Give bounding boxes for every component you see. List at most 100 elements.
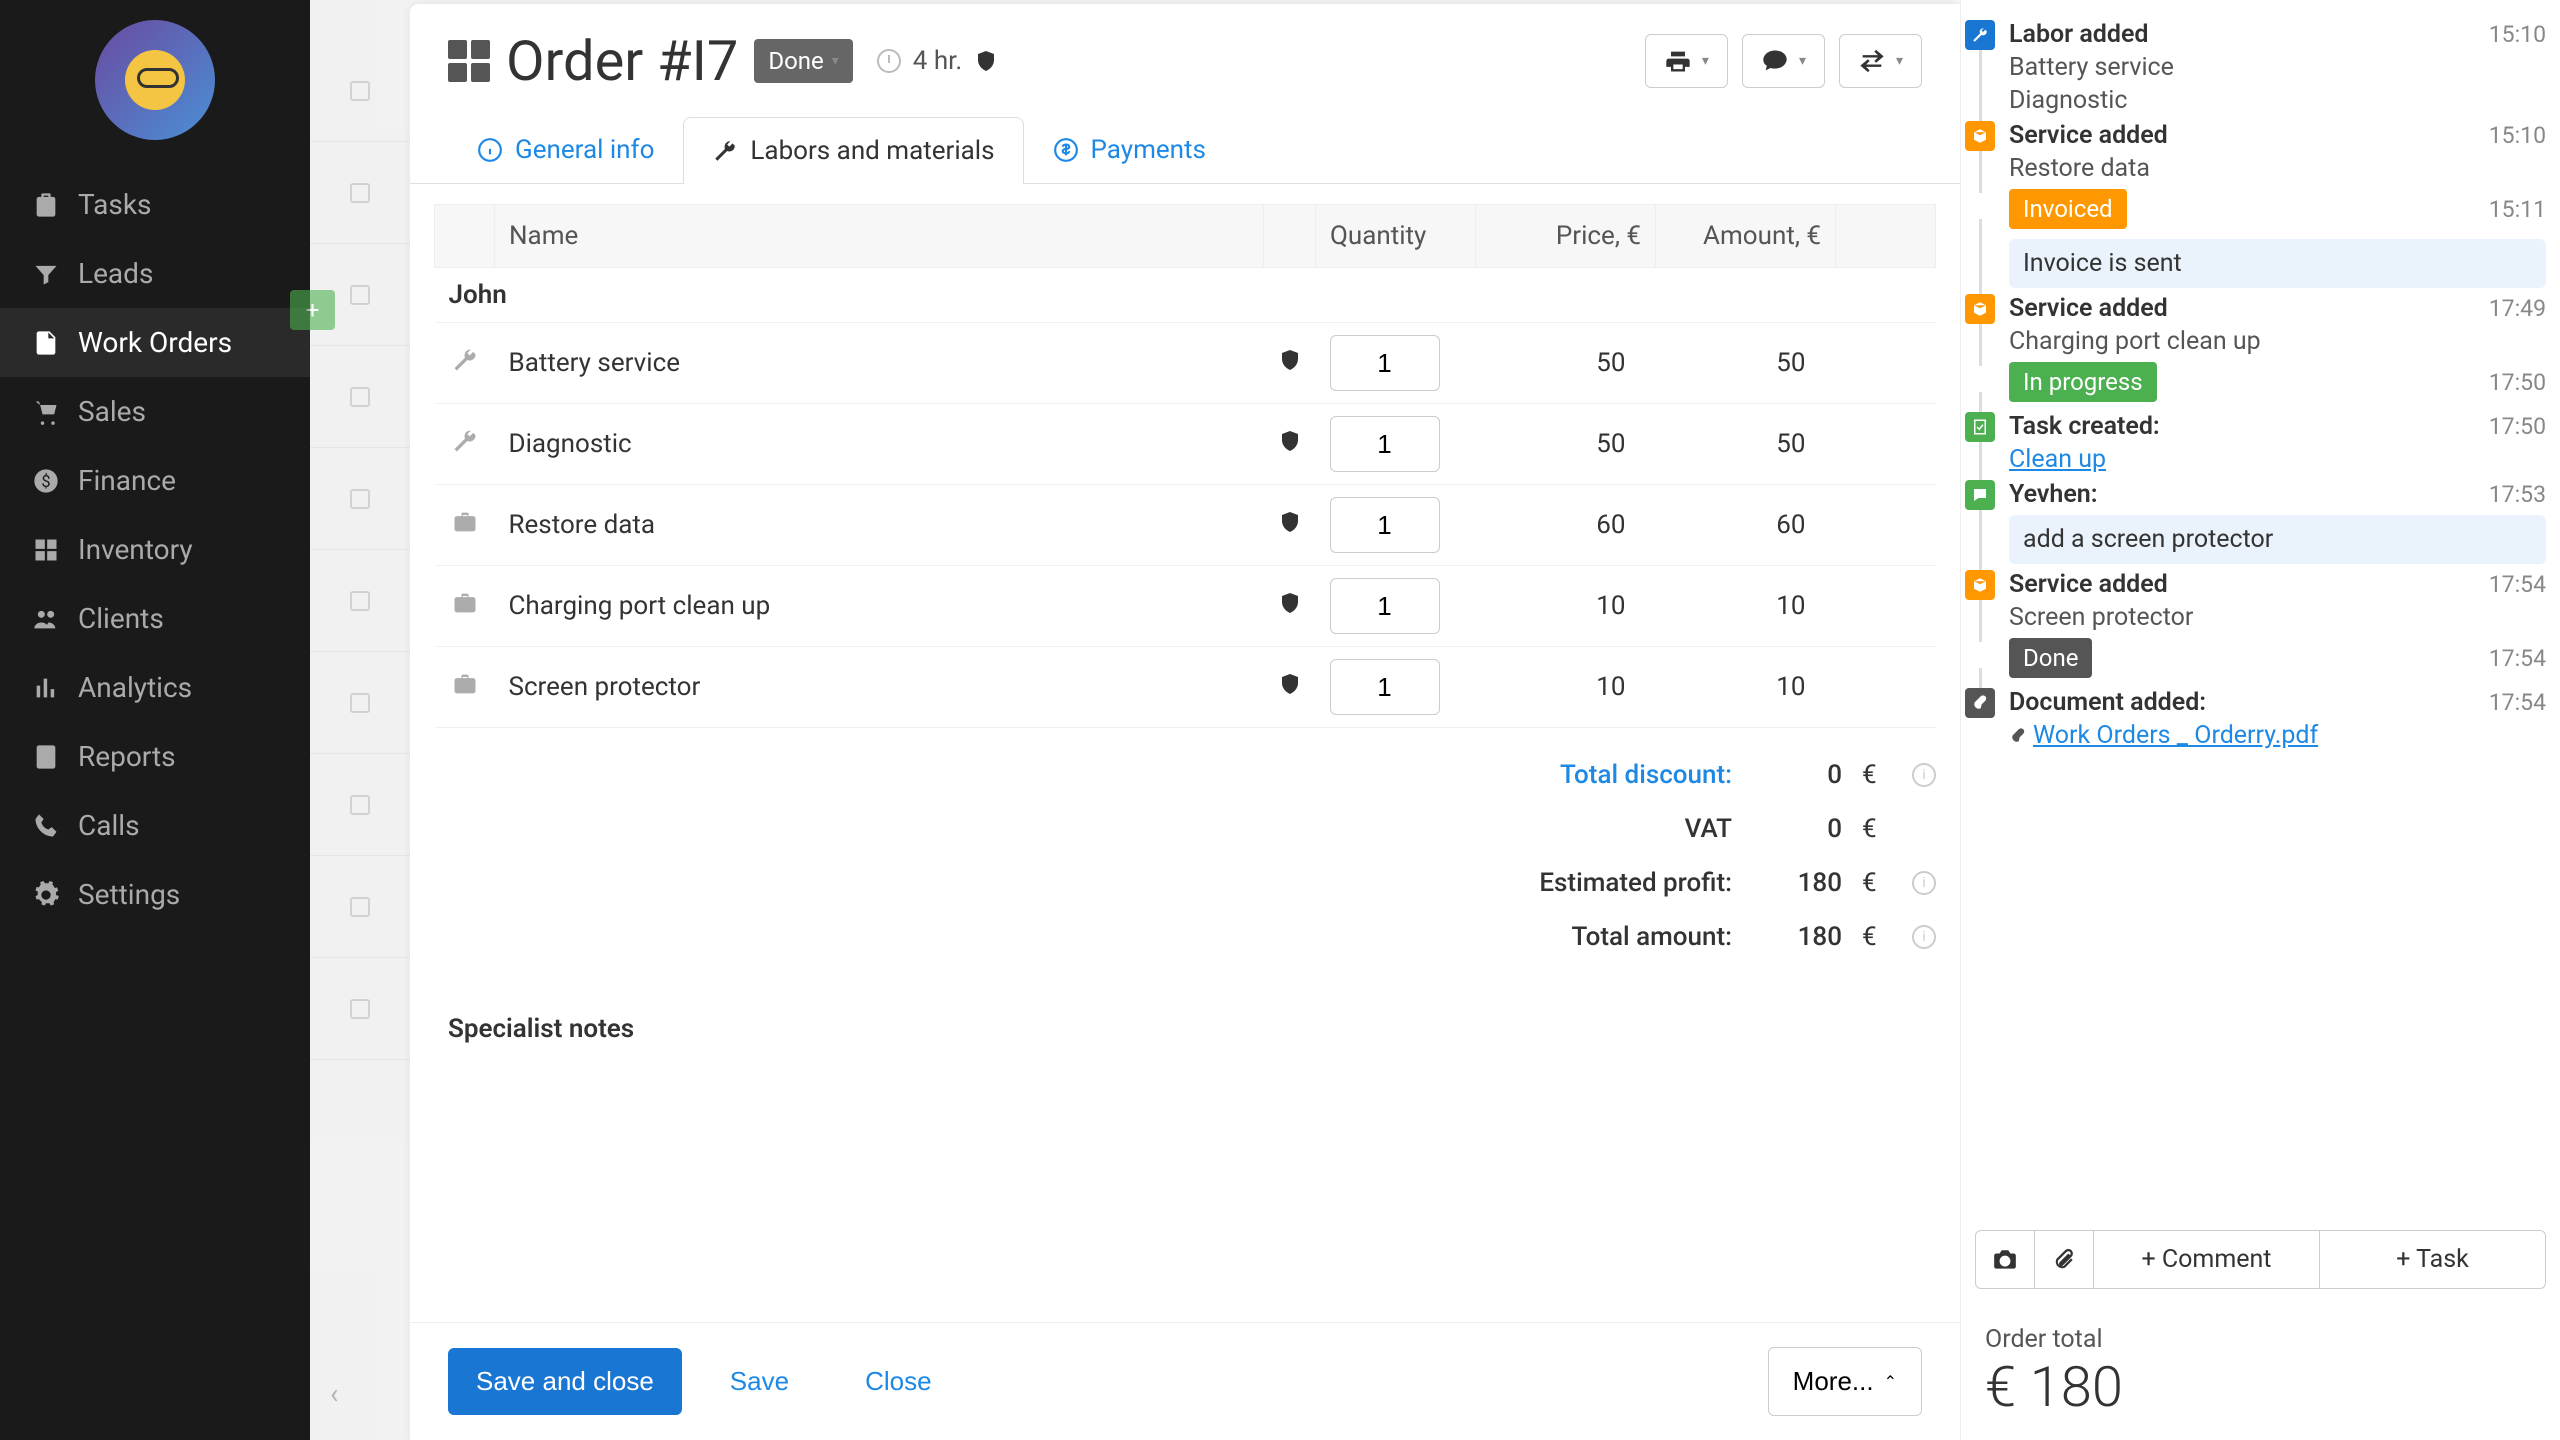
qty-input[interactable] <box>1330 659 1440 715</box>
sidebar-item-analytics[interactable]: Analytics <box>0 653 310 722</box>
order-total-label: Order total <box>1985 1325 2536 1354</box>
status-badge: Done <box>2009 638 2092 678</box>
tab-general-info[interactable]: General info <box>448 116 683 183</box>
qty-input[interactable] <box>1330 416 1440 472</box>
qty-input[interactable] <box>1330 578 1440 634</box>
amount-cell: 60 <box>1656 485 1836 566</box>
briefcase-icon <box>451 589 479 617</box>
attach-button[interactable] <box>2035 1230 2094 1289</box>
timeline-link[interactable]: Clean up <box>2009 445 2106 474</box>
amount-cell: 10 <box>1656 566 1836 647</box>
order-total-value: € 180 <box>1985 1354 2536 1420</box>
row-checkbox[interactable] <box>350 285 370 305</box>
briefcase-icon <box>451 508 479 536</box>
box-icon <box>1965 294 1995 324</box>
timeline-link[interactable]: Work Orders _ Orderry.pdf <box>2033 721 2318 750</box>
row-checkbox[interactable] <box>350 999 370 1019</box>
tab-payments[interactable]: Payments <box>1024 116 1235 183</box>
vat-label: VAT <box>1685 814 1732 844</box>
total-discount-label[interactable]: Total discount: <box>1560 760 1732 790</box>
comment-icon <box>1965 480 1995 510</box>
price-cell: 10 <box>1476 566 1656 647</box>
sidebar-item-leads[interactable]: Leads <box>0 239 310 308</box>
check-icon <box>1965 412 1995 442</box>
tab-labors-and-materials[interactable]: Labors and materials <box>683 117 1023 184</box>
row-checkbox[interactable] <box>350 387 370 407</box>
prev-page-icon[interactable]: ‹ <box>330 1377 338 1410</box>
more-button[interactable]: More...⌃ <box>1768 1347 1922 1416</box>
info-icon[interactable]: i <box>1912 925 1936 949</box>
status-badge: In progress <box>2009 362 2157 402</box>
wrench-icon <box>1965 20 1995 50</box>
close-button[interactable]: Close <box>837 1348 959 1415</box>
table-row[interactable]: Charging port clean up 10 10 <box>435 566 1936 647</box>
timeline-item: Service added17:49Charging port clean up <box>1961 294 2546 356</box>
order-title: Order #I7 <box>506 28 738 94</box>
group-name: John <box>435 268 1936 323</box>
timeline-item: Task created:17:50Clean up <box>1961 412 2546 474</box>
profit-value: 180 <box>1752 868 1842 898</box>
table-row[interactable]: Screen protector 10 10 <box>435 647 1936 728</box>
row-checkbox[interactable] <box>350 693 370 713</box>
shield-icon <box>1278 671 1302 697</box>
shield-icon <box>974 47 998 75</box>
attach-icon <box>1965 688 1995 718</box>
add-comment-button[interactable]: + Comment <box>2094 1230 2320 1289</box>
timeline-item: Document added:17:54Work Orders _ Orderr… <box>1961 688 2546 750</box>
svg-text:$: $ <box>41 471 50 490</box>
row-checkbox[interactable] <box>350 489 370 509</box>
status-badge: Invoiced <box>2009 189 2127 229</box>
sidebar-item-settings[interactable]: Settings <box>0 860 310 929</box>
sidebar-item-work-orders[interactable]: Work Orders <box>0 308 310 377</box>
sidebar-item-clients[interactable]: Clients <box>0 584 310 653</box>
timeline-item: Labor added15:10Battery serviceDiagnosti… <box>1961 20 2546 115</box>
specialist-notes-label: Specialist notes <box>410 984 1960 1054</box>
row-checkbox[interactable] <box>350 81 370 101</box>
info-icon[interactable]: i <box>1912 763 1936 787</box>
item-name: Charging port clean up <box>495 566 1264 647</box>
avatar[interactable] <box>95 20 215 140</box>
qty-input[interactable] <box>1330 497 1440 553</box>
qr-icon[interactable] <box>448 40 490 82</box>
chat-button[interactable]: ▾ <box>1742 34 1825 88</box>
timeline-panel: Labor added15:10Battery serviceDiagnosti… <box>1960 0 2560 1440</box>
sidebar-item-inventory[interactable]: Inventory <box>0 515 310 584</box>
sidebar-item-finance[interactable]: $Finance <box>0 446 310 515</box>
save-and-close-button[interactable]: Save and close <box>448 1348 682 1415</box>
profit-label: Estimated profit: <box>1539 868 1732 898</box>
sidebar-item-tasks[interactable]: Tasks <box>0 170 310 239</box>
table-row[interactable]: Restore data 60 60 <box>435 485 1936 566</box>
total-discount-value: 0 <box>1752 760 1842 790</box>
transfer-button[interactable]: ▾ <box>1839 34 1922 88</box>
camera-button[interactable] <box>1975 1230 2035 1289</box>
add-task-button[interactable]: + Task <box>2320 1230 2546 1289</box>
save-button[interactable]: Save <box>702 1348 817 1415</box>
vat-value: 0 <box>1752 814 1842 844</box>
table-row[interactable]: Diagnostic 50 50 <box>435 404 1936 485</box>
box-icon <box>1965 121 1995 151</box>
col-amount: Amount, € <box>1656 205 1836 268</box>
item-name: Screen protector <box>495 647 1264 728</box>
shield-icon <box>1278 428 1302 454</box>
row-checkbox[interactable] <box>350 795 370 815</box>
status-dropdown[interactable]: Done▾ <box>754 39 852 83</box>
row-checkbox[interactable] <box>350 897 370 917</box>
sidebar-item-calls[interactable]: Calls <box>0 791 310 860</box>
print-button[interactable]: ▾ <box>1645 34 1728 88</box>
item-name: Diagnostic <box>495 404 1264 485</box>
sidebar-item-sales[interactable]: Sales <box>0 377 310 446</box>
timeline-item: Invoiced15:11Invoice is sent <box>1961 189 2546 288</box>
sidebar-item-reports[interactable]: Reports <box>0 722 310 791</box>
price-cell: 50 <box>1476 404 1656 485</box>
info-icon[interactable]: i <box>1912 871 1936 895</box>
shield-icon <box>1278 590 1302 616</box>
clock-icon <box>877 49 901 73</box>
row-checkbox[interactable] <box>350 183 370 203</box>
table-row[interactable]: Battery service 50 50 <box>435 323 1936 404</box>
qty-input[interactable] <box>1330 335 1440 391</box>
row-checkbox[interactable] <box>350 591 370 611</box>
add-order-button[interactable]: + <box>290 290 335 330</box>
item-name: Restore data <box>495 485 1264 566</box>
col-name: Name <box>495 205 1264 268</box>
timeline-item: Yevhen:17:53add a screen protector <box>1961 480 2546 564</box>
